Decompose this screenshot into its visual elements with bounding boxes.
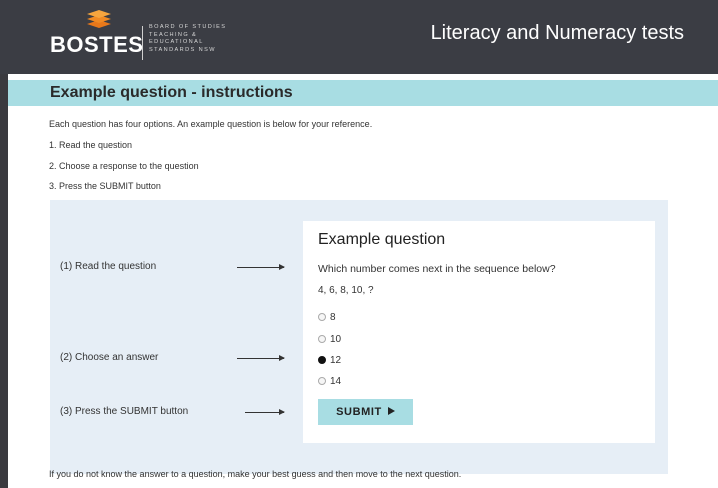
step-1: 1. Read the question bbox=[49, 140, 133, 150]
answer-option[interactable]: 10 bbox=[318, 334, 341, 345]
submit-button[interactable]: SUBMIT bbox=[318, 399, 413, 425]
header: BOSTES BOARD OF STUDIES TEACHING & EDUCA… bbox=[0, 0, 718, 74]
submit-label: SUBMIT bbox=[336, 406, 382, 418]
section-header: Example question - instructions bbox=[8, 80, 718, 106]
label-read-question: (1) Read the question bbox=[60, 261, 157, 272]
intro-text: Each question has four options. An examp… bbox=[49, 119, 373, 129]
answer-option[interactable]: 14 bbox=[318, 376, 341, 387]
radio-button[interactable] bbox=[318, 313, 326, 321]
app-title: Literacy and Numeracy tests bbox=[430, 22, 684, 44]
label-press-submit: (3) Press the SUBMIT button bbox=[60, 406, 189, 417]
play-triangle-icon bbox=[387, 407, 395, 415]
main-content: Example question - instructions Each que… bbox=[8, 74, 718, 488]
step-2: 2. Choose a response to the question bbox=[49, 161, 199, 171]
card-title: Example question bbox=[318, 231, 446, 248]
radio-button[interactable] bbox=[318, 335, 326, 343]
logo-subtext: BOARD OF STUDIES TEACHING & EDUCATIONAL … bbox=[149, 24, 227, 53]
option-label: 12 bbox=[330, 355, 342, 366]
option-label: 14 bbox=[330, 376, 342, 387]
arrow-right-icon bbox=[237, 355, 285, 361]
footer-note: If you do not know the answer to a quest… bbox=[49, 469, 462, 479]
label-choose-answer: (2) Choose an answer bbox=[60, 352, 159, 363]
option-label: 10 bbox=[330, 334, 342, 345]
section-title: Example question - instructions bbox=[50, 84, 293, 101]
answer-option[interactable]: 8 bbox=[318, 312, 336, 323]
option-label: 8 bbox=[330, 312, 336, 323]
question-text: Which number comes next in the sequence … bbox=[318, 263, 556, 275]
question-sequence: 4, 6, 8, 10, ? bbox=[318, 285, 374, 296]
arrow-right-icon bbox=[237, 264, 285, 270]
answer-option-selected[interactable]: 12 bbox=[318, 355, 341, 366]
example-question-card: Example question Which number comes next… bbox=[303, 221, 655, 443]
arrow-right-icon bbox=[245, 409, 285, 415]
logo-divider bbox=[142, 26, 143, 60]
step-3: 3. Press the SUBMIT button bbox=[49, 181, 161, 191]
radio-button[interactable] bbox=[318, 377, 326, 385]
stacked-books-logo-icon bbox=[87, 10, 111, 28]
example-panel: (1) Read the question (2) Choose an answ… bbox=[50, 200, 668, 474]
logo-text: BOSTES bbox=[50, 32, 144, 57]
radio-button-checked[interactable] bbox=[318, 356, 326, 364]
app-window: BOSTES BOARD OF STUDIES TEACHING & EDUCA… bbox=[0, 0, 718, 488]
